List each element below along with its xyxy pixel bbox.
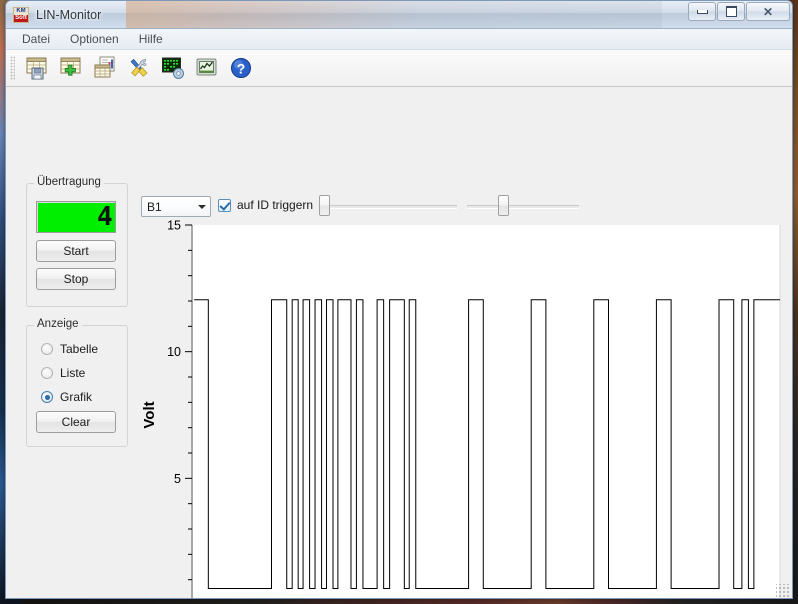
y-tick-label: 15 xyxy=(167,219,181,233)
transmission-group-title: Übertragung xyxy=(34,176,104,188)
slider-1-thumb[interactable] xyxy=(319,195,330,216)
radio-label-tabelle: Tabelle xyxy=(60,342,99,356)
radio-label-liste: Liste xyxy=(60,366,86,380)
menu-item-hilfe[interactable]: Hilfe xyxy=(129,30,173,48)
new-table-button[interactable] xyxy=(55,52,87,84)
y-tick-label: 5 xyxy=(174,472,181,486)
transmission-group: Übertragung 4 Start Stop xyxy=(26,176,128,307)
radio-icon-tabelle xyxy=(41,343,53,355)
menu-item-datei[interactable]: Datei xyxy=(12,30,60,48)
slider-2-track xyxy=(467,205,579,209)
window-title: LIN-Monitor xyxy=(36,7,102,22)
start-button[interactable]: Start xyxy=(36,240,116,262)
slider-1-track xyxy=(319,205,457,209)
horizontal-position-slider[interactable] xyxy=(319,195,457,216)
radio-icon-grafik xyxy=(41,391,53,403)
led-value: 4 xyxy=(97,202,113,232)
menu-bar: Datei Optionen Hilfe xyxy=(6,29,792,50)
terminal-config-icon xyxy=(162,57,184,79)
checkbox-icon xyxy=(218,198,231,212)
resize-grip-icon[interactable] xyxy=(776,584,790,598)
maximize-icon xyxy=(725,6,737,17)
radio-liste[interactable]: Liste xyxy=(41,366,85,380)
radio-icon-liste xyxy=(41,367,53,379)
trigger-on-id-checkbox[interactable]: auf ID triggern xyxy=(218,198,313,212)
radio-grafik[interactable]: Grafik xyxy=(41,390,92,404)
slider-2-thumb[interactable] xyxy=(498,195,509,216)
radio-label-grafik: Grafik xyxy=(60,390,93,404)
y-tick-label: 10 xyxy=(167,345,181,359)
report-table-icon xyxy=(94,56,115,78)
stop-button[interactable]: Stop xyxy=(36,268,116,290)
svg-text:?: ? xyxy=(237,61,246,77)
toolbar: ? xyxy=(6,50,792,87)
chevron-down-icon xyxy=(192,197,210,216)
display-group-title: Anzeige xyxy=(34,318,82,330)
window-controls: ✕ xyxy=(687,2,790,21)
maximize-button[interactable] xyxy=(717,2,745,21)
menu-item-optionen[interactable]: Optionen xyxy=(60,30,129,48)
signal-chart-svg: 051015020406080100Volt xyxy=(141,219,781,600)
new-table-icon xyxy=(60,57,81,76)
y-tick-label: 0 xyxy=(174,599,181,600)
help-icon: ? xyxy=(231,58,251,78)
kmsoft-logo-icon: KM Soft xyxy=(13,6,29,23)
channel-select[interactable]: B1 xyxy=(141,196,211,217)
save-table-icon xyxy=(26,57,47,80)
minimize-button[interactable] xyxy=(688,2,716,21)
help-button[interactable]: ? xyxy=(225,52,257,84)
tools-icon xyxy=(130,58,148,77)
plot-background xyxy=(192,225,780,598)
close-icon: ✕ xyxy=(762,4,774,19)
title-bar[interactable]: KM Soft LIN-Monitor ✕ xyxy=(6,1,792,29)
transmission-led-display: 4 xyxy=(36,201,116,233)
client-area: Übertragung 4 Start Stop Anzeige Tabelle… xyxy=(6,87,792,600)
clear-button[interactable]: Clear xyxy=(36,411,116,433)
display-group: Anzeige Tabelle Liste Grafik Clear xyxy=(26,318,128,447)
graph-display-icon xyxy=(196,58,217,76)
report-table-button[interactable] xyxy=(89,52,121,84)
channel-select-value: B1 xyxy=(147,199,162,214)
toolbar-grip[interactable] xyxy=(10,56,15,80)
minimize-icon xyxy=(696,9,708,14)
application-window: KM Soft LIN-Monitor ✕ Datei Optionen Hilf… xyxy=(5,0,793,599)
zoom-slider[interactable] xyxy=(467,195,579,216)
close-button[interactable]: ✕ xyxy=(746,2,790,21)
terminal-config-button[interactable] xyxy=(157,52,189,84)
signal-chart[interactable]: 051015020406080100Volt xyxy=(136,217,786,600)
graph-display-button[interactable] xyxy=(191,52,223,84)
radio-tabelle[interactable]: Tabelle xyxy=(41,342,98,356)
save-table-button[interactable] xyxy=(21,52,53,84)
y-axis-label: Volt xyxy=(141,401,158,428)
tools-button[interactable] xyxy=(123,52,155,84)
trigger-on-id-label: auf ID triggern xyxy=(237,198,314,212)
